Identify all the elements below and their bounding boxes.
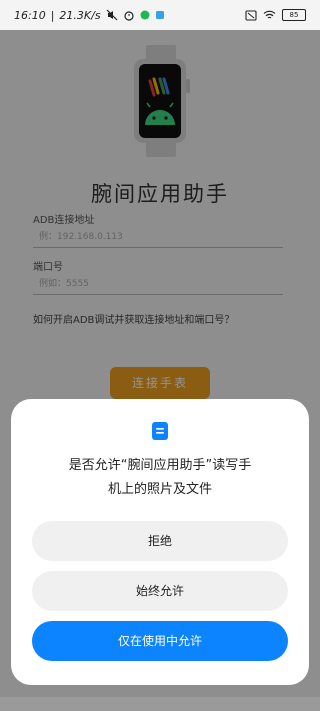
status-network-speed: 21.3K/s bbox=[59, 8, 101, 22]
status-time: 16:10 bbox=[14, 8, 46, 22]
permission-dialog: 是否允许“腕间应用助手”读写手 机上的照片及文件 拒绝 始终允许 仅在使用中允许 bbox=[11, 399, 309, 685]
status-divider: | bbox=[50, 8, 55, 22]
status-bar: 16:10 | 21.3K/s 85 bbox=[0, 0, 320, 30]
battery-icon: 85 bbox=[282, 9, 306, 21]
status-left: 16:10 | 21.3K/s bbox=[14, 9, 165, 22]
allow-while-using-button[interactable]: 仅在使用中允许 bbox=[32, 621, 288, 661]
app-notification-icon-2 bbox=[155, 10, 165, 20]
permission-message-line-1: 是否允许“腕间应用助手”读写手 bbox=[68, 458, 252, 473]
always-allow-button[interactable]: 始终允许 bbox=[32, 571, 288, 611]
deny-button[interactable]: 拒绝 bbox=[32, 521, 288, 561]
file-icon bbox=[150, 421, 170, 441]
wifi-icon bbox=[263, 10, 276, 20]
alarm-icon bbox=[123, 9, 135, 21]
sim-icon bbox=[245, 9, 257, 21]
permission-message-line-2: 机上的照片及文件 bbox=[107, 482, 212, 497]
mute-icon bbox=[106, 9, 118, 21]
app-notification-icon bbox=[140, 10, 150, 20]
permission-message: 是否允许“腕间应用助手”读写手 机上的照片及文件 bbox=[31, 454, 289, 502]
navigation-bar bbox=[0, 697, 320, 711]
status-right: 85 bbox=[245, 9, 306, 21]
